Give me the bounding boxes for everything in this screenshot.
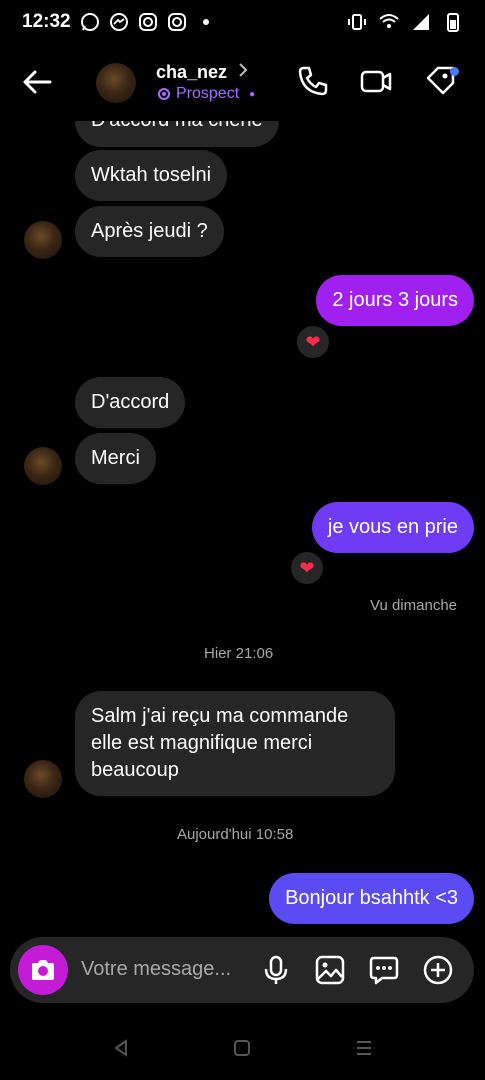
- notification-icons: [80, 12, 216, 32]
- message-in[interactable]: Merci: [75, 433, 156, 484]
- prospect-text: Prospect: [176, 85, 240, 102]
- message-out[interactable]: 2 jours 3 jours: [316, 275, 474, 326]
- messenger-icon: [110, 13, 128, 31]
- battery-icon: [447, 13, 459, 32]
- instagram-icon: [168, 13, 186, 31]
- arrow-left-icon[interactable]: [20, 65, 54, 99]
- clock: 12:32: [22, 11, 71, 32]
- status-bar: 12:32: [0, 0, 485, 44]
- dot-icon: [203, 19, 209, 25]
- instagram-icon: [139, 13, 157, 31]
- message-text: 2 jours 3 jours: [332, 289, 458, 311]
- prospect-label[interactable]: Prospect ●: [156, 85, 255, 103]
- chat-header: cha_nez Prospect ●: [0, 50, 485, 120]
- phone-icon[interactable]: [296, 64, 330, 98]
- avatar[interactable]: [24, 447, 62, 485]
- username[interactable]: cha_nez: [156, 62, 227, 83]
- camera-icon: [32, 960, 54, 980]
- video-icon[interactable]: [359, 64, 393, 98]
- avatar[interactable]: [24, 760, 62, 798]
- chevron-right-icon[interactable]: [237, 62, 249, 78]
- nav-back-icon[interactable]: [111, 1038, 131, 1058]
- dot-icon: ●: [249, 88, 256, 100]
- image-icon[interactable]: [314, 954, 346, 986]
- heart-reaction[interactable]: ❤: [288, 549, 326, 587]
- notification-dot: [450, 67, 459, 76]
- plus-circle-icon[interactable]: [422, 954, 454, 986]
- message-input[interactable]: Votre message...: [81, 958, 231, 981]
- message-text: je vous en prie: [327, 516, 458, 538]
- seen-status: Vu dimanche: [370, 597, 457, 614]
- heart-reaction[interactable]: ❤: [294, 323, 332, 361]
- signal-icon: [413, 14, 429, 30]
- nav-recents-icon[interactable]: [354, 1038, 374, 1058]
- message-out[interactable]: Bonjour bsahhtk <3: [269, 873, 474, 924]
- message-text: D'accord: [91, 391, 170, 413]
- microphone-icon[interactable]: [260, 954, 292, 986]
- vibrate-icon: [348, 14, 366, 30]
- system-nav-bar: [0, 1020, 485, 1080]
- timestamp: Aujourd'hui 10:58: [177, 826, 294, 843]
- message-in[interactable]: Salm j'ai reçu ma commande elle est magn…: [75, 691, 395, 796]
- camera-button[interactable]: [18, 945, 68, 995]
- avatar[interactable]: [24, 221, 62, 259]
- nav-home-icon[interactable]: [232, 1038, 252, 1058]
- message-text: Salm j'ai reçu ma commande elle est magn…: [91, 705, 349, 781]
- message-text: Après jeudi ?: [91, 220, 208, 242]
- message-in[interactable]: D'accord: [75, 377, 186, 428]
- message-text: Bonjour bsahhtk <3: [285, 887, 458, 909]
- message-text: Merci: [91, 447, 140, 469]
- avatar[interactable]: [96, 63, 136, 103]
- message-out[interactable]: je vous en prie: [311, 502, 474, 553]
- message-in[interactable]: Après jeudi ?: [75, 206, 224, 257]
- message-composer: Votre message...: [10, 937, 474, 1003]
- wifi-icon: [379, 14, 399, 28]
- message-in[interactable]: Wktah toselni: [75, 150, 228, 201]
- message-text: Wktah toselni: [91, 164, 212, 186]
- timestamp: Hier 21:06: [204, 645, 274, 662]
- whatsapp-icon: [81, 13, 99, 31]
- system-icons: [347, 12, 463, 32]
- chat-bubble-icon[interactable]: [368, 954, 400, 986]
- prospect-icon: [158, 88, 170, 100]
